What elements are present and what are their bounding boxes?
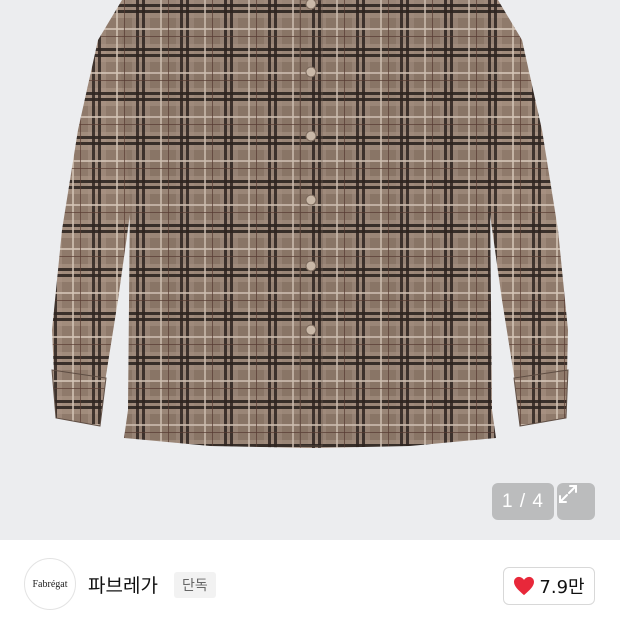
product-image <box>51 0 569 448</box>
expand-button[interactable] <box>557 483 595 520</box>
expand-icon <box>559 485 577 503</box>
brand-logo[interactable]: Fabrégat <box>24 558 76 610</box>
like-button[interactable]: 7.9만 <box>503 567 595 605</box>
product-image-gallery[interactable]: 1 / 4 <box>0 0 620 540</box>
brand-logo-text: Fabrégat <box>32 578 68 590</box>
image-counter: 1 / 4 <box>492 483 554 520</box>
heart-icon <box>514 576 535 596</box>
like-count: 7.9만 <box>539 577 585 598</box>
brand-name[interactable]: 파브레가 <box>88 571 158 598</box>
exclusive-badge: 단독 <box>174 572 216 598</box>
